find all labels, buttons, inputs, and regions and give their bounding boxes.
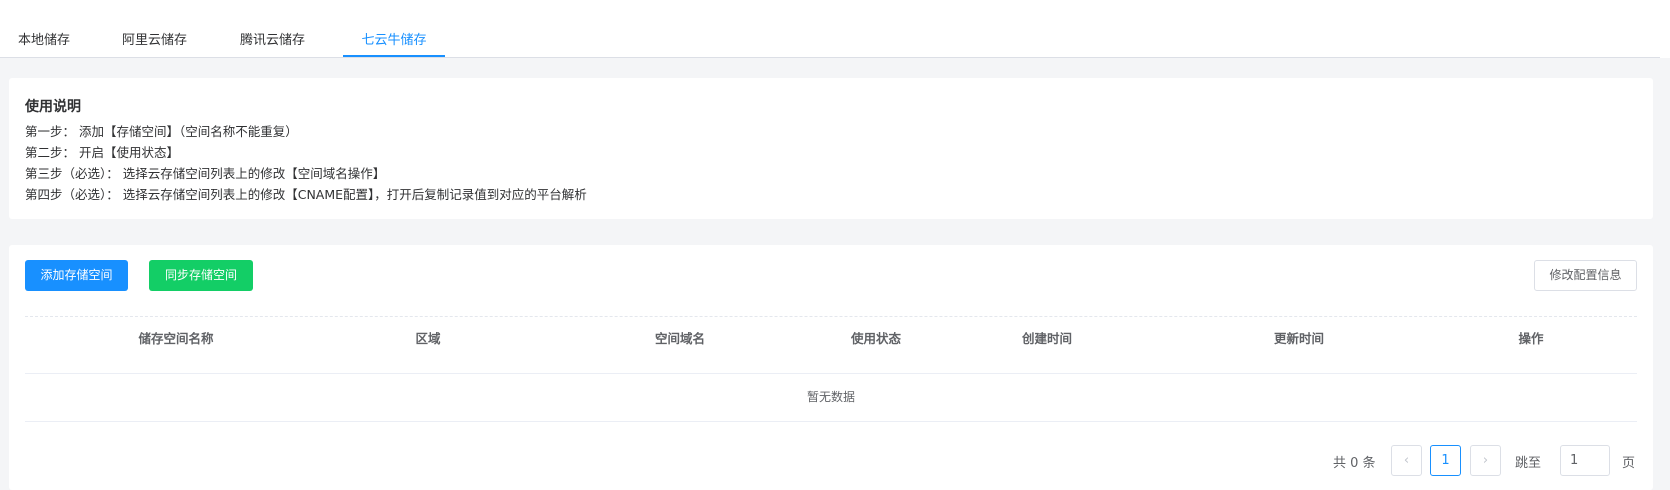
page-button-current[interactable]: 1 [1430, 445, 1461, 476]
usage-title: 使用说明 [25, 99, 81, 115]
sync-storage-button[interactable]: 同步存储空间 [149, 260, 253, 291]
top-bar: 本地储存 阿里云储存 腾讯云储存 七云牛储存 [0, 0, 1670, 58]
next-page-button[interactable]: › [1470, 445, 1501, 476]
add-storage-button[interactable]: 添加存储空间 [25, 260, 128, 291]
usage-instructions-panel: 使用说明 第一步： 添加【存储空间】（空间名称不能重复） 第二步： 开启【使用状… [9, 78, 1653, 219]
table-bottom-divider [25, 421, 1637, 422]
header-divider [25, 373, 1637, 374]
column-created-at: 创建时间 [1021, 331, 1073, 346]
column-region: 区域 [415, 331, 441, 346]
usage-step-1: 第一步： 添加【存储空间】（空间名称不能重复） [25, 124, 298, 139]
column-status: 使用状态 [850, 331, 902, 346]
usage-step-4: 第四步（必选）： 选择云存储空间列表上的修改【CNAME配置】，打开后复制记录值… [25, 187, 587, 202]
toolbar-divider [25, 316, 1637, 317]
storage-tabs: 本地储存 阿里云储存 腾讯云储存 七云牛储存 [0, 24, 1660, 58]
usage-step-2: 第二步： 开启【使用状态】 [25, 145, 179, 160]
page-unit-label: 页 [1622, 456, 1636, 471]
empty-state-text: 暂无数据 [806, 390, 855, 404]
tab-local-storage[interactable]: 本地储存 [18, 24, 70, 57]
jump-page-input[interactable] [1560, 445, 1610, 476]
usage-step-3: 第三步（必选）： 选择云存储空间列表上的修改【空间域名操作】 [25, 166, 386, 181]
jump-to-label: 跳至 [1515, 456, 1542, 471]
pagination-total: 共 0 条 [1333, 456, 1376, 471]
prev-page-button[interactable]: ‹ [1391, 445, 1422, 476]
chevron-right-icon: › [1482, 453, 1489, 468]
column-domain: 空间域名 [654, 331, 706, 346]
edit-config-button[interactable]: 修改配置信息 [1534, 260, 1637, 291]
column-actions: 操作 [1518, 331, 1544, 346]
storage-list-panel: 添加存储空间 同步存储空间 修改配置信息 储存空间名称 区域 空间域名 使用状态… [9, 245, 1653, 490]
chevron-left-icon: ‹ [1403, 453, 1410, 468]
tab-qiniu-storage[interactable]: 七云牛储存 [343, 24, 445, 57]
active-tab-indicator [343, 55, 445, 57]
column-bucket-name: 储存空间名称 [138, 331, 214, 346]
tab-tencent-storage[interactable]: 腾讯云储存 [240, 24, 305, 57]
column-updated-at: 更新时间 [1273, 331, 1325, 346]
tab-aliyun-storage[interactable]: 阿里云储存 [122, 24, 187, 57]
